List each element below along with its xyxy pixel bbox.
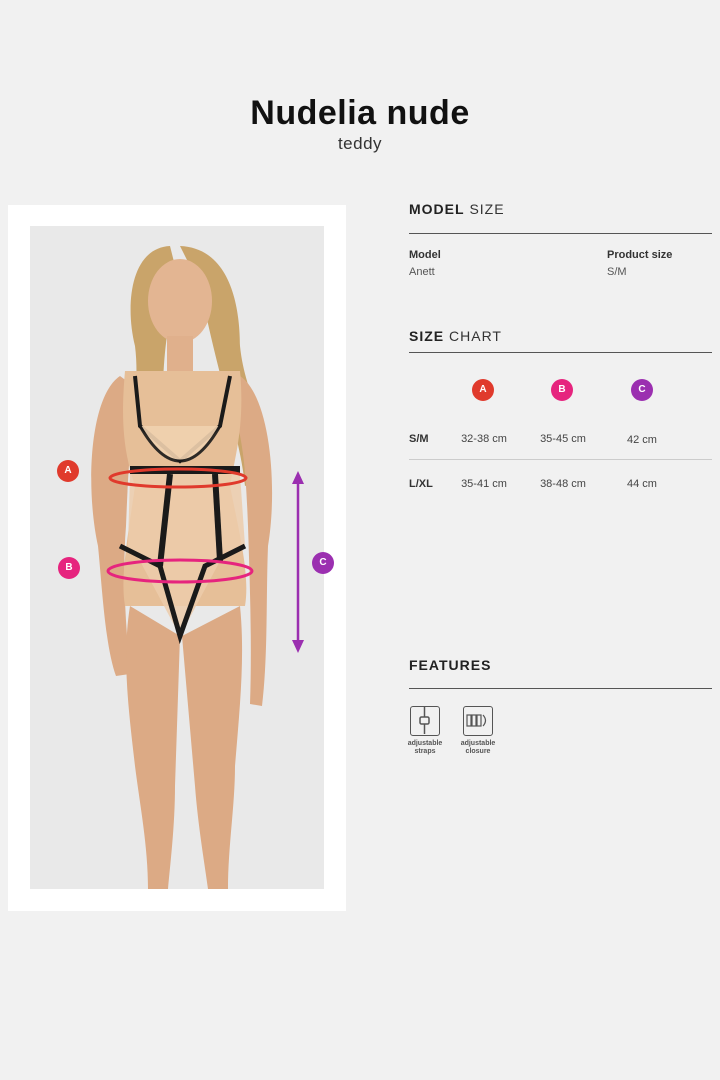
size-cell-b: 35-45 cm: [540, 433, 586, 445]
size-chart-column-a: A: [472, 379, 494, 401]
feature-label-closure: adjustable closure: [453, 740, 503, 756]
model-size-heading-bold: MODEL: [409, 201, 465, 217]
size-row-label: L/XL: [409, 478, 433, 490]
feature-label-line: closure: [465, 748, 491, 755]
size-cell-b: 38-48 cm: [540, 478, 586, 490]
model-size-divider: [409, 233, 712, 234]
size-chart-heading-bold: SIZE: [409, 328, 445, 344]
marker-b: B: [58, 557, 80, 579]
adjustable-straps-icon: [410, 706, 440, 736]
model-size-heading: MODEL SIZE: [409, 201, 505, 217]
feature-label-line: straps: [414, 748, 436, 755]
product-subtitle: teddy: [337, 134, 383, 153]
size-row-divider: [409, 459, 712, 460]
model-value: Anett: [409, 266, 435, 278]
features-divider: [409, 688, 712, 689]
model-label: Model: [409, 249, 441, 261]
marker-a: A: [57, 460, 79, 482]
model-size-heading-rest: SIZE: [469, 201, 505, 217]
size-chart-column-c: C: [631, 379, 653, 401]
product-title: Nudelia nude: [250, 94, 470, 132]
size-chart-column-b: B: [551, 379, 573, 401]
size-chart-divider: [409, 352, 712, 353]
size-row-label: S/M: [409, 433, 429, 445]
size-cell-a: 32-38 cm: [461, 433, 507, 445]
product-size-label: Product size: [607, 249, 673, 261]
size-cell-a: 35-41 cm: [461, 478, 507, 490]
features-heading: FEATURES: [409, 657, 492, 673]
feature-label-line: adjustable: [460, 740, 496, 747]
size-chart-heading-rest: CHART: [449, 328, 502, 344]
size-cell-c: 42 cm: [627, 434, 657, 446]
size-chart-heading: SIZE CHART: [409, 328, 502, 344]
feature-label-straps: adjustable straps: [400, 740, 450, 756]
model-photo-frame: [8, 205, 346, 911]
marker-c: C: [312, 552, 334, 574]
size-cell-c: 44 cm: [627, 478, 657, 490]
product-size-value: S/M: [607, 266, 627, 278]
feature-label-line: adjustable: [407, 740, 443, 747]
adjustable-closure-icon: [463, 706, 493, 736]
